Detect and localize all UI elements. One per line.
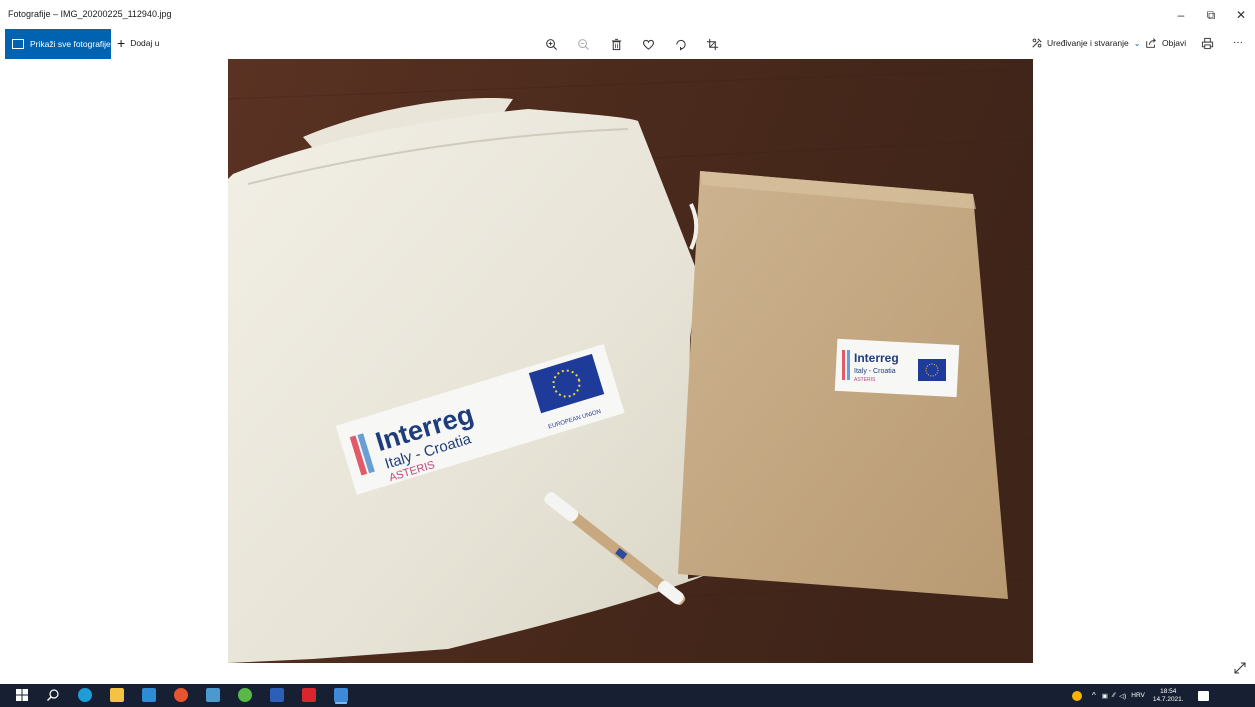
- zoom-out-button[interactable]: [573, 36, 593, 52]
- photos-app-icon[interactable]: [334, 688, 348, 702]
- maximize-button[interactable]: ⧉: [1195, 5, 1227, 25]
- volume-icon[interactable]: ◁): [1119, 692, 1126, 700]
- folder-logo-subtitle: Italy - Croatia: [854, 368, 896, 375]
- show-all-photos-button[interactable]: Prikaži sve fotografije: [5, 29, 111, 59]
- chevron-up-icon[interactable]: ^: [1092, 691, 1096, 700]
- fullscreen-button[interactable]: [1233, 661, 1247, 675]
- rotate-button[interactable]: [670, 36, 690, 52]
- edge-icon[interactable]: [78, 688, 92, 702]
- wifi-icon[interactable]: ⁄⁄: [1113, 692, 1115, 699]
- folder-logo-title: Interreg: [854, 351, 899, 365]
- show-all-label: Prikaži sve fotografije: [30, 39, 111, 49]
- crop-icon: [706, 38, 718, 50]
- print-button[interactable]: [1201, 37, 1214, 50]
- calculator-icon[interactable]: [206, 688, 220, 702]
- photo-view[interactable]: Interreg Italy - Croatia ASTERIS EUROPEA…: [228, 59, 1033, 663]
- clock[interactable]: 18:54 14.7.2021.: [1153, 688, 1184, 704]
- heart-icon: [642, 39, 654, 50]
- status-dot-icon[interactable]: [1072, 690, 1082, 701]
- delete-button[interactable]: [606, 36, 626, 52]
- word-icon[interactable]: [270, 688, 284, 702]
- network-icon[interactable]: ▣: [1102, 692, 1108, 700]
- crop-button[interactable]: [702, 36, 722, 52]
- title-bar: Fotografije – IMG_20200225_112940.jpg – …: [0, 0, 1255, 30]
- more-options-button[interactable]: ···: [1233, 37, 1243, 48]
- system-tray: ^ ▣ ⁄⁄ ◁) HRV 18:54 14.7.2021.: [1072, 684, 1209, 707]
- add-to-label: Dodaj u: [130, 38, 160, 48]
- taskbar: ^ ▣ ⁄⁄ ◁) HRV 18:54 14.7.2021.: [0, 684, 1255, 707]
- clock-date: 14.7.2021.: [1152, 695, 1184, 703]
- minimize-button[interactable]: –: [1165, 5, 1197, 25]
- file-explorer-icon[interactable]: [110, 688, 124, 702]
- favorite-button[interactable]: [638, 36, 658, 52]
- trash-icon: [611, 38, 621, 50]
- zoom-in-button[interactable]: [541, 36, 561, 52]
- chrome-icon[interactable]: [174, 688, 188, 702]
- close-button[interactable]: ✕: [1225, 5, 1255, 25]
- printer-icon: [1201, 37, 1214, 50]
- search-icon[interactable]: [46, 688, 60, 702]
- clock-time: 18:54: [1160, 687, 1177, 695]
- edit-create-button[interactable]: Uređivanje i stvaranje ⌄: [1031, 37, 1140, 49]
- notification-icon[interactable]: [1197, 690, 1209, 701]
- share-label: Objavi: [1162, 38, 1187, 48]
- rotate-icon: [675, 39, 686, 51]
- add-to-button[interactable]: + Dodaj u: [117, 36, 160, 50]
- photos-icon: [12, 39, 24, 49]
- language-indicator[interactable]: HRV: [1131, 692, 1145, 699]
- edit-create-icon: [1032, 38, 1042, 48]
- chevron-down-icon: ⌄: [1133, 38, 1141, 48]
- zoom-out-icon: [577, 38, 589, 50]
- photo-image: Interreg Italy - Croatia ASTERIS EUROPEA…: [228, 59, 1033, 663]
- share-icon: [1146, 38, 1156, 48]
- outlook-icon[interactable]: [142, 688, 156, 702]
- acrobat-icon[interactable]: [302, 688, 316, 702]
- zoom-in-icon: [545, 38, 557, 50]
- plus-icon: +: [117, 35, 126, 51]
- folder-logo-project: ASTERIS: [854, 377, 876, 383]
- windows-start-icon[interactable]: [15, 688, 29, 702]
- window-title: Fotografije – IMG_20200225_112940.jpg: [8, 9, 172, 19]
- edit-create-label: Uređivanje i stvaranje: [1047, 38, 1129, 48]
- share-button[interactable]: Objavi: [1145, 37, 1186, 49]
- app-green-icon[interactable]: [238, 688, 252, 702]
- expand-icon: [1234, 662, 1246, 674]
